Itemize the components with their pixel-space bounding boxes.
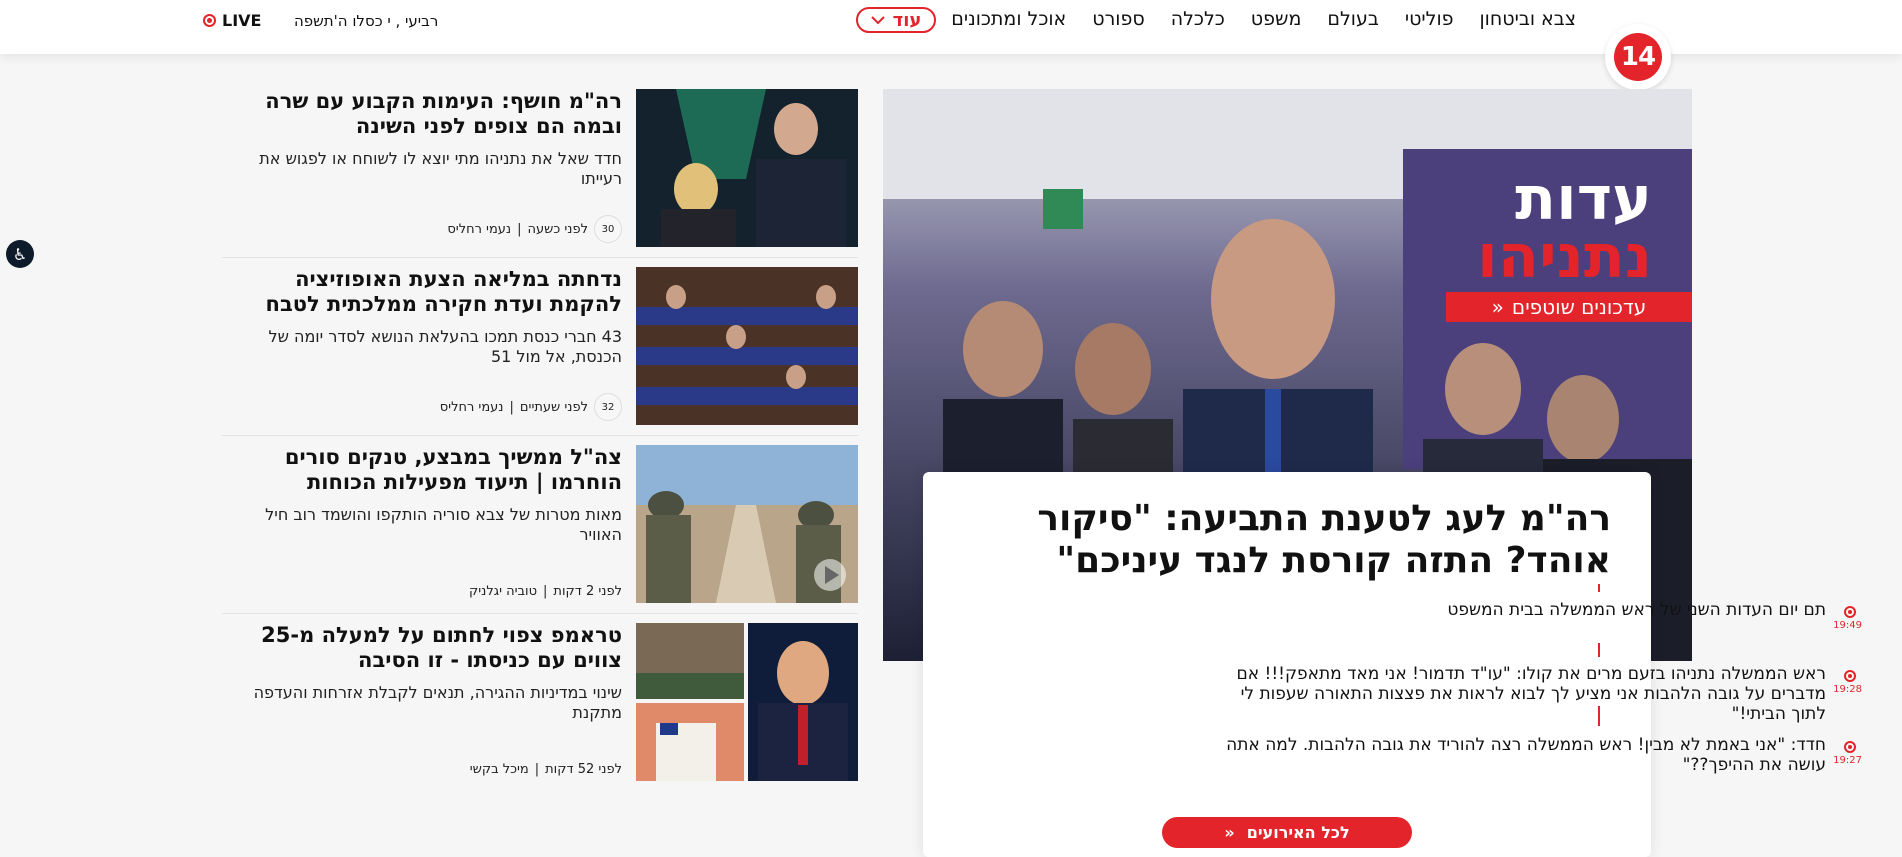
live-dot-icon (203, 14, 216, 27)
timeline-time: 19:27 (1833, 755, 1862, 766)
double-chevron-left-icon: « (1491, 295, 1504, 319)
article-title: נדחתה במליאה הצעת האופוזיציה להקמת ועדת … (265, 267, 622, 316)
timeline-marker: 19:28 (1833, 664, 1862, 695)
article-subtitle: 43 חברי כנסת תמכו בהעלאת הנושא לסדר יומה… (268, 327, 622, 366)
hero-headline[interactable]: רה"מ לעג לטענת התביעה: "סיקור אוהד? התזה… (991, 498, 1611, 582)
meta-separator: | (543, 584, 548, 599)
nav-item-military[interactable]: צבא וביטחון (1480, 8, 1577, 30)
article-subtitle: מאות מטרות של צבא סוריה הותקפו והושמד רו… (265, 505, 622, 544)
article-divider (222, 435, 858, 436)
timeline-line (1598, 643, 1600, 657)
article-thumbnail[interactable] (636, 89, 858, 247)
timeline-dot-icon (1844, 670, 1856, 682)
live-button[interactable]: LIVE (203, 11, 261, 30)
article-thumbnail[interactable] (636, 445, 858, 603)
article-title: רה"מ חושף: העימות הקבוע עם שרה ובמה הם צ… (265, 89, 622, 138)
article-photo (636, 89, 858, 247)
meta-separator: | (509, 399, 514, 415)
article-photo (636, 445, 858, 603)
article-photo (636, 267, 858, 425)
logo-text: 14 (1614, 33, 1662, 81)
article-divider (222, 613, 858, 614)
more-label: עוד (892, 9, 922, 31)
article-author: מיכל בקשי (469, 762, 529, 777)
main-nav: צבא וביטחון פוליטי בעולם משפט כלכלה ספור… (951, 8, 1576, 30)
timeline-item[interactable]: 19:27 חדד: "אני באמת לא מבין! ראש הממשלה… (1202, 735, 1862, 775)
article-author: נעמי רחליס (447, 221, 512, 237)
article-time: לפני כשעה (527, 221, 588, 237)
article-subtitle: חדד שאל את נתניהו מתי יוצא לו לשוחח או ל… (259, 149, 622, 188)
more-menu-button[interactable]: עוד (856, 7, 936, 33)
hero-banner-label: עדכונים שוטפים (1511, 295, 1647, 319)
timeline-marker: 19:49 (1833, 600, 1862, 631)
article-title: צה"ל ממשיך במבצע, טנקים סורים הוחרמו | ת… (284, 445, 622, 494)
article-card[interactable]: טראמפ צפוי לחתום על למעלה מ-25 צווים עם … (222, 623, 858, 781)
chevron-down-icon (870, 16, 885, 25)
article-card[interactable]: צה"ל ממשיך במבצע, טנקים סורים הוחרמו | ת… (222, 445, 858, 603)
channel-logo[interactable]: 14 (1605, 24, 1671, 90)
timeline-text: חדד: "אני באמת לא מבין! ראש הממשלה רצה ל… (1226, 735, 1826, 775)
article-author: נעמי רחליס (439, 399, 504, 415)
hero-overlay-line1: עדות (1515, 164, 1652, 234)
nav-item-sport[interactable]: ספורט (1092, 8, 1144, 30)
timeline-item[interactable]: 19:49 תם יום העדות השני של ראש הממשלה בב… (1202, 600, 1862, 631)
live-label: LIVE (222, 11, 262, 30)
article-thumbnail[interactable] (636, 267, 858, 425)
meta-separator: | (517, 221, 522, 237)
timeline-dot-icon (1844, 741, 1856, 753)
article-card[interactable]: רה"מ חושף: העימות הקבוע עם שרה ובמה הם צ… (222, 89, 858, 247)
article-meta: 30 לפני כשעה | נעמי רחליס (447, 215, 622, 243)
meta-separator: | (534, 762, 540, 777)
article-thumbnail[interactable] (636, 623, 858, 781)
article-subtitle: שינוי במדיניות ההגירה, תנאים לקבלת אזרחו… (253, 683, 622, 722)
nav-item-world[interactable]: בעולם (1327, 8, 1378, 30)
timeline-item[interactable]: 19:28 ראש הממשלה נתניהו בזעם מרים את קול… (1202, 664, 1862, 724)
article-meta: 32 לפני שעתיים | נעמי רחליס (440, 393, 622, 421)
article-title: טראמפ צפוי לחתום על למעלה מ-25 צווים עם … (261, 623, 622, 672)
nav-item-law[interactable]: משפט (1251, 8, 1302, 30)
article-author: טוביה יגלניק (469, 584, 538, 599)
nav-item-politics[interactable]: פוליטי (1405, 8, 1454, 30)
article-time: לפני שעתיים (519, 399, 588, 415)
article-time: לפני 2 דקות (553, 584, 622, 599)
hero-live-banner[interactable]: עדכונים שוטפים « (1446, 292, 1692, 322)
article-card[interactable]: נדחתה במליאה הצעת האופוזיציה להקמת ועדת … (222, 267, 858, 425)
timeline-line (1598, 706, 1600, 726)
timeline-dot-icon (1844, 606, 1856, 618)
comment-count-badge[interactable]: 32 (594, 393, 622, 421)
timeline-text: ראש הממשלה נתניהו בזעם מרים את קולו: "עו… (1236, 664, 1826, 724)
hero-overlay-line2: נתניהו (1477, 222, 1652, 292)
nav-item-food[interactable]: אוכל ומתכונים (951, 8, 1066, 30)
timeline-time: 19:49 (1833, 620, 1862, 631)
nav-item-economy[interactable]: כלכלה (1171, 8, 1225, 30)
hebrew-date: רביעי , י כסלו ה'תשפה (294, 12, 439, 30)
article-meta: לפני 2 דקות | טוביה יגלניק (469, 584, 622, 599)
comment-count-badge[interactable]: 30 (594, 215, 622, 243)
timeline-time: 19:28 (1833, 684, 1862, 695)
all-events-label: לכל האירועים (1246, 823, 1350, 842)
article-meta: לפני 52 דקות | מיכל בקשי (470, 762, 622, 777)
accessibility-icon[interactable]: ♿ (6, 240, 34, 268)
double-chevron-left-icon: « (1224, 823, 1235, 842)
timeline-marker: 19:27 (1833, 735, 1862, 766)
all-events-button[interactable]: לכל האירועים « (1162, 817, 1412, 848)
article-time: לפני 52 דקות (545, 762, 622, 777)
article-divider (222, 257, 858, 258)
timeline-line (1598, 584, 1600, 592)
timeline-text: תם יום העדות השני של ראש הממשלה בבית המש… (1447, 600, 1826, 620)
article-photo (636, 623, 858, 781)
